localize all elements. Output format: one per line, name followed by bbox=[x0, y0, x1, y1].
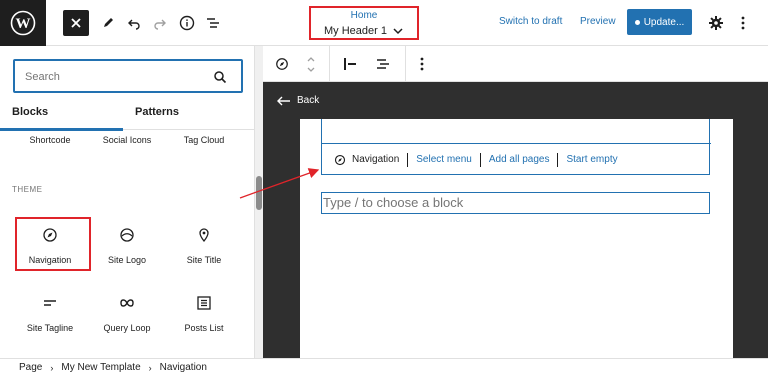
block-item-site-tagline[interactable]: Site Tagline bbox=[12, 292, 88, 333]
inserter-tabs: Blocks Patterns bbox=[0, 104, 254, 131]
block-item-label: Query Loop bbox=[103, 323, 151, 333]
navigation-label-item: Navigation bbox=[322, 152, 409, 167]
navigation-block[interactable]: Navigation Select menu Add all pages Sta… bbox=[321, 119, 711, 175]
block-item-label: Navigation bbox=[28, 255, 72, 265]
search-input[interactable] bbox=[25, 69, 205, 85]
preview-button[interactable]: Preview bbox=[580, 16, 616, 27]
compass-icon bbox=[334, 154, 346, 165]
text-align-icon[interactable] bbox=[371, 46, 395, 82]
compass-icon bbox=[43, 228, 57, 242]
breadcrumb-item-page[interactable]: Page bbox=[19, 362, 42, 373]
unsaved-dot-icon bbox=[634, 19, 640, 25]
block-item-label: Site Tagline bbox=[26, 323, 74, 333]
add-all-pages-button[interactable]: Add all pages bbox=[481, 152, 559, 167]
move-up-down-icon[interactable] bbox=[301, 46, 321, 82]
info-icon[interactable] bbox=[174, 9, 200, 37]
start-empty-button[interactable]: Start empty bbox=[558, 153, 625, 167]
top-bar: W Home My Header 1 Switch to draft Previ… bbox=[0, 0, 768, 46]
section-label-theme: THEME bbox=[12, 185, 43, 194]
posts-list-icon bbox=[197, 296, 211, 310]
back-label: Back bbox=[297, 95, 320, 106]
active-tab-indicator bbox=[0, 128, 123, 131]
document-subtitle: Home bbox=[350, 10, 378, 21]
redo-icon[interactable] bbox=[147, 9, 173, 37]
block-toolbar bbox=[263, 46, 768, 82]
tagline-icon bbox=[44, 300, 56, 306]
select-menu-button[interactable]: Select menu bbox=[408, 152, 481, 167]
block-inserter-panel: Blocks Patterns Shortcode Social Icons T… bbox=[0, 46, 255, 358]
switch-to-draft-button[interactable]: Switch to draft bbox=[499, 16, 562, 27]
toolbar-separator bbox=[329, 46, 330, 82]
block-item-label: Posts List bbox=[184, 323, 224, 333]
block-item-tag-cloud[interactable]: Tag Cloud bbox=[166, 135, 242, 145]
block-item-shortcode[interactable]: Shortcode bbox=[12, 135, 88, 145]
tab-blocks[interactable]: Blocks bbox=[12, 106, 48, 118]
back-button[interactable]: Back bbox=[277, 95, 319, 106]
block-item-label: Site Logo bbox=[107, 255, 147, 265]
update-label: Update... bbox=[643, 16, 685, 28]
arrow-left-icon bbox=[277, 96, 290, 105]
block-options-icon[interactable] bbox=[414, 46, 430, 82]
chevron-down-icon bbox=[393, 28, 403, 35]
list-view-icon[interactable] bbox=[200, 9, 226, 37]
options-menu-icon[interactable] bbox=[730, 9, 756, 37]
undo-icon[interactable] bbox=[121, 9, 147, 37]
empty-block-placeholder[interactable]: Type / to choose a block bbox=[321, 192, 710, 214]
chevron-right-icon: › bbox=[148, 362, 152, 373]
search-icon bbox=[214, 71, 227, 84]
block-item-posts-list[interactable]: Posts List bbox=[166, 292, 242, 333]
block-item-social-icons[interactable]: Social Icons bbox=[89, 135, 165, 145]
sidebar-scrollbar-thumb[interactable] bbox=[256, 176, 262, 210]
block-item-label: Site Title bbox=[186, 255, 222, 265]
block-item-navigation[interactable]: Navigation bbox=[12, 224, 88, 265]
breadcrumb-item-template[interactable]: My New Template bbox=[61, 362, 140, 373]
search-field[interactable] bbox=[13, 59, 243, 93]
block-type-compass-icon[interactable] bbox=[271, 46, 293, 82]
toolbar-separator bbox=[405, 46, 406, 82]
document-title: My Header 1 bbox=[324, 25, 387, 37]
breadcrumb-item-navigation: Navigation bbox=[159, 362, 207, 373]
document-title-dropdown[interactable]: Home My Header 1 bbox=[309, 6, 419, 40]
pencil-tools-icon[interactable] bbox=[95, 9, 121, 37]
navigation-placeholder-toolbar: Navigation Select menu Add all pages Sta… bbox=[322, 143, 711, 175]
template-frame: Navigation Select menu Add all pages Sta… bbox=[300, 119, 733, 358]
close-inserter-button[interactable] bbox=[63, 10, 89, 36]
justify-left-icon[interactable] bbox=[338, 46, 362, 82]
block-item-query-loop[interactable]: Query Loop bbox=[89, 292, 165, 333]
site-logo-icon bbox=[120, 228, 134, 242]
chevron-right-icon: › bbox=[50, 362, 54, 373]
map-pin-icon bbox=[199, 228, 209, 243]
loop-icon bbox=[120, 299, 134, 307]
block-item-site-logo[interactable]: Site Logo bbox=[89, 224, 165, 265]
block-item-site-title[interactable]: Site Title bbox=[166, 224, 242, 265]
breadcrumb: Page › My New Template › Navigation bbox=[0, 358, 768, 376]
tab-patterns[interactable]: Patterns bbox=[135, 106, 179, 118]
navigation-label: Navigation bbox=[352, 154, 400, 165]
svg-text:W: W bbox=[16, 16, 31, 32]
update-button[interactable]: Update... bbox=[627, 9, 692, 35]
wordpress-logo-icon[interactable]: W bbox=[0, 0, 46, 46]
editor-canvas: Back Navigation Select menu Add all page… bbox=[263, 82, 768, 358]
settings-gear-icon[interactable] bbox=[703, 9, 729, 37]
